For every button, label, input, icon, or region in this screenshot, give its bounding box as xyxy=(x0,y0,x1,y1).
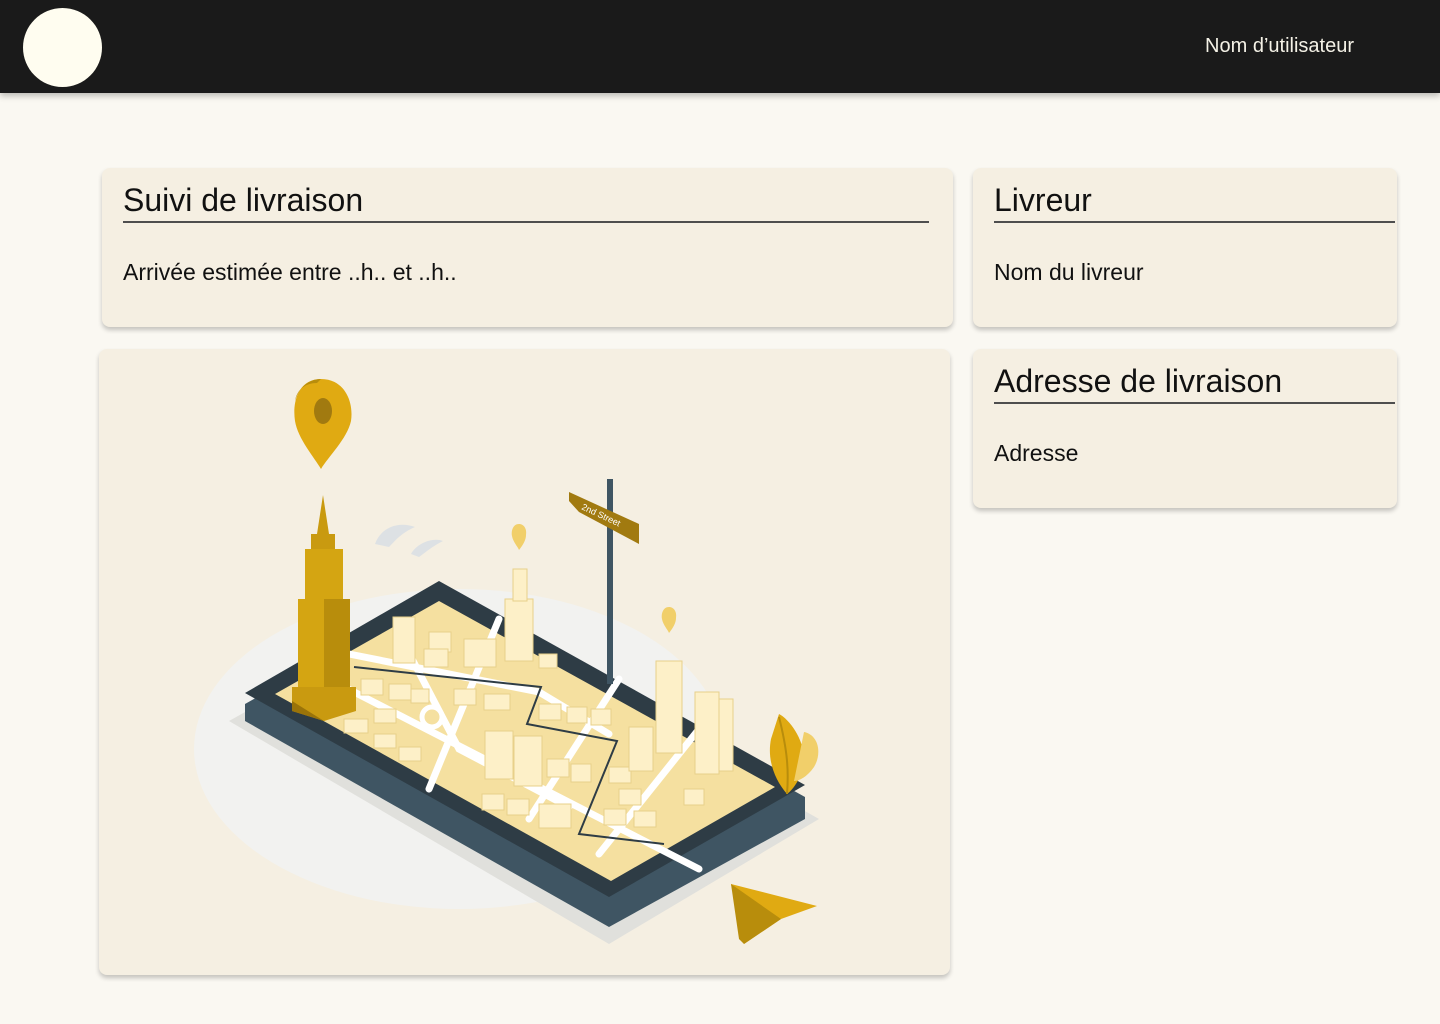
courier-title: Livreur xyxy=(994,182,1092,218)
estimated-arrival: Arrivée estimée entre ..h.. et ..h.. xyxy=(123,259,457,285)
tracking-title: Suivi de livraison xyxy=(123,182,364,218)
city-map-illustration: 2nd Street xyxy=(194,379,819,944)
user-avatar[interactable] xyxy=(23,8,102,87)
delivery-address: Adresse xyxy=(994,440,1079,466)
username-label[interactable]: Nom d’utilisateur xyxy=(1205,35,1354,58)
courier-card: Livreur Nom du livreur xyxy=(973,168,1397,327)
address-title: Adresse de livraison xyxy=(994,363,1283,399)
courier-name: Nom du livreur xyxy=(994,259,1144,285)
map-card: 2nd Street xyxy=(99,349,950,975)
delivery-tracking-card: Suivi de livraison Arrivée estimée entre… xyxy=(102,168,953,327)
top-bar: Nom d’utilisateur xyxy=(0,0,1440,93)
divider xyxy=(994,221,1395,223)
divider xyxy=(994,402,1395,404)
delivery-address-card: Adresse de livraison Adresse xyxy=(973,349,1397,508)
divider xyxy=(123,221,929,223)
